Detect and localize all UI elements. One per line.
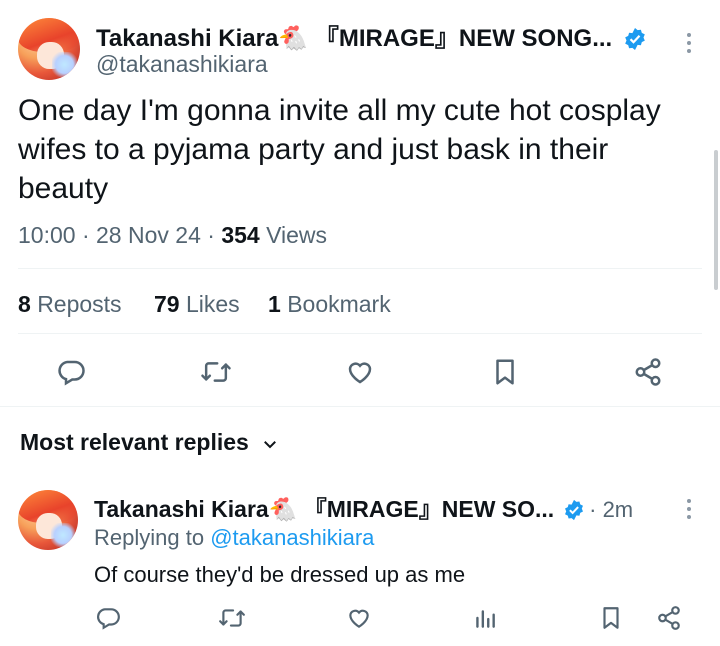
divider bbox=[18, 268, 702, 269]
scrollbar[interactable] bbox=[714, 150, 718, 290]
reply-text: Of course they'd be dressed up as me bbox=[94, 562, 466, 587]
reply-header-row[interactable]: Takanashi Kiara🐔 『MIRAGE』NEW SO... · 2m bbox=[94, 490, 633, 526]
reply-icon[interactable] bbox=[56, 357, 86, 387]
reposts-label: Reposts bbox=[37, 291, 122, 317]
reply-author-name[interactable]: Takanashi Kiara🐔 『MIRAGE』NEW SO... bbox=[94, 496, 554, 522]
verified-badge-icon bbox=[623, 27, 647, 56]
replying-to: Replying to @takanashikiara bbox=[94, 525, 374, 551]
reply-avatar[interactable] bbox=[18, 490, 78, 550]
reply-share-icon[interactable] bbox=[656, 605, 682, 631]
bookmarks-stat[interactable]: 1 Bookmark bbox=[268, 291, 391, 318]
reposts-stat[interactable]: 8 Reposts bbox=[18, 291, 122, 318]
likes-label: Likes bbox=[185, 291, 240, 317]
reply-time: 2m bbox=[602, 497, 634, 522]
divider bbox=[0, 406, 720, 407]
author-handle[interactable]: @takanashikiara bbox=[96, 51, 268, 78]
reposts-count: 8 bbox=[18, 291, 31, 317]
tweet-text: One day I'm gonna invite all my cute hot… bbox=[18, 94, 661, 205]
bookmark-icon[interactable] bbox=[490, 357, 520, 387]
replies-header-label: Most relevant replies bbox=[20, 429, 249, 455]
reply-reply-icon[interactable] bbox=[95, 605, 121, 631]
likes-count: 79 bbox=[154, 291, 180, 317]
chevron-down-icon bbox=[261, 435, 279, 453]
bookmarks-count: 1 bbox=[268, 291, 281, 317]
views-label: Views bbox=[266, 222, 328, 248]
replies-sort-dropdown[interactable]: Most relevant replies bbox=[20, 429, 279, 456]
like-icon[interactable] bbox=[345, 357, 375, 387]
repost-icon[interactable] bbox=[200, 357, 232, 387]
reply-like-icon[interactable] bbox=[346, 605, 372, 631]
share-icon[interactable] bbox=[633, 357, 663, 387]
reply-more-options-icon[interactable] bbox=[685, 495, 693, 523]
replying-prefix: Replying to bbox=[94, 525, 205, 550]
author-avatar[interactable] bbox=[18, 18, 80, 80]
views-count: 354 bbox=[221, 222, 260, 248]
verified-badge-icon bbox=[563, 499, 585, 526]
tweet-meta: 10:00 · 28 Nov 24 · 354 Views bbox=[18, 222, 328, 248]
divider bbox=[18, 333, 702, 334]
reply-repost-icon[interactable] bbox=[218, 605, 246, 631]
author-name[interactable]: Takanashi Kiara🐔 『MIRAGE』NEW SONG... bbox=[96, 25, 612, 52]
tweet-date: 28 Nov 24 bbox=[96, 222, 201, 248]
tweet-time: 10:00 bbox=[18, 222, 76, 248]
replying-handle-link[interactable]: @takanashikiara bbox=[210, 525, 374, 550]
more-options-icon[interactable] bbox=[685, 29, 693, 57]
reply-views-icon[interactable] bbox=[472, 605, 498, 631]
likes-stat[interactable]: 79 Likes bbox=[154, 291, 240, 318]
bookmarks-label: Bookmark bbox=[287, 291, 391, 317]
reply-bookmark-icon[interactable] bbox=[598, 605, 624, 631]
